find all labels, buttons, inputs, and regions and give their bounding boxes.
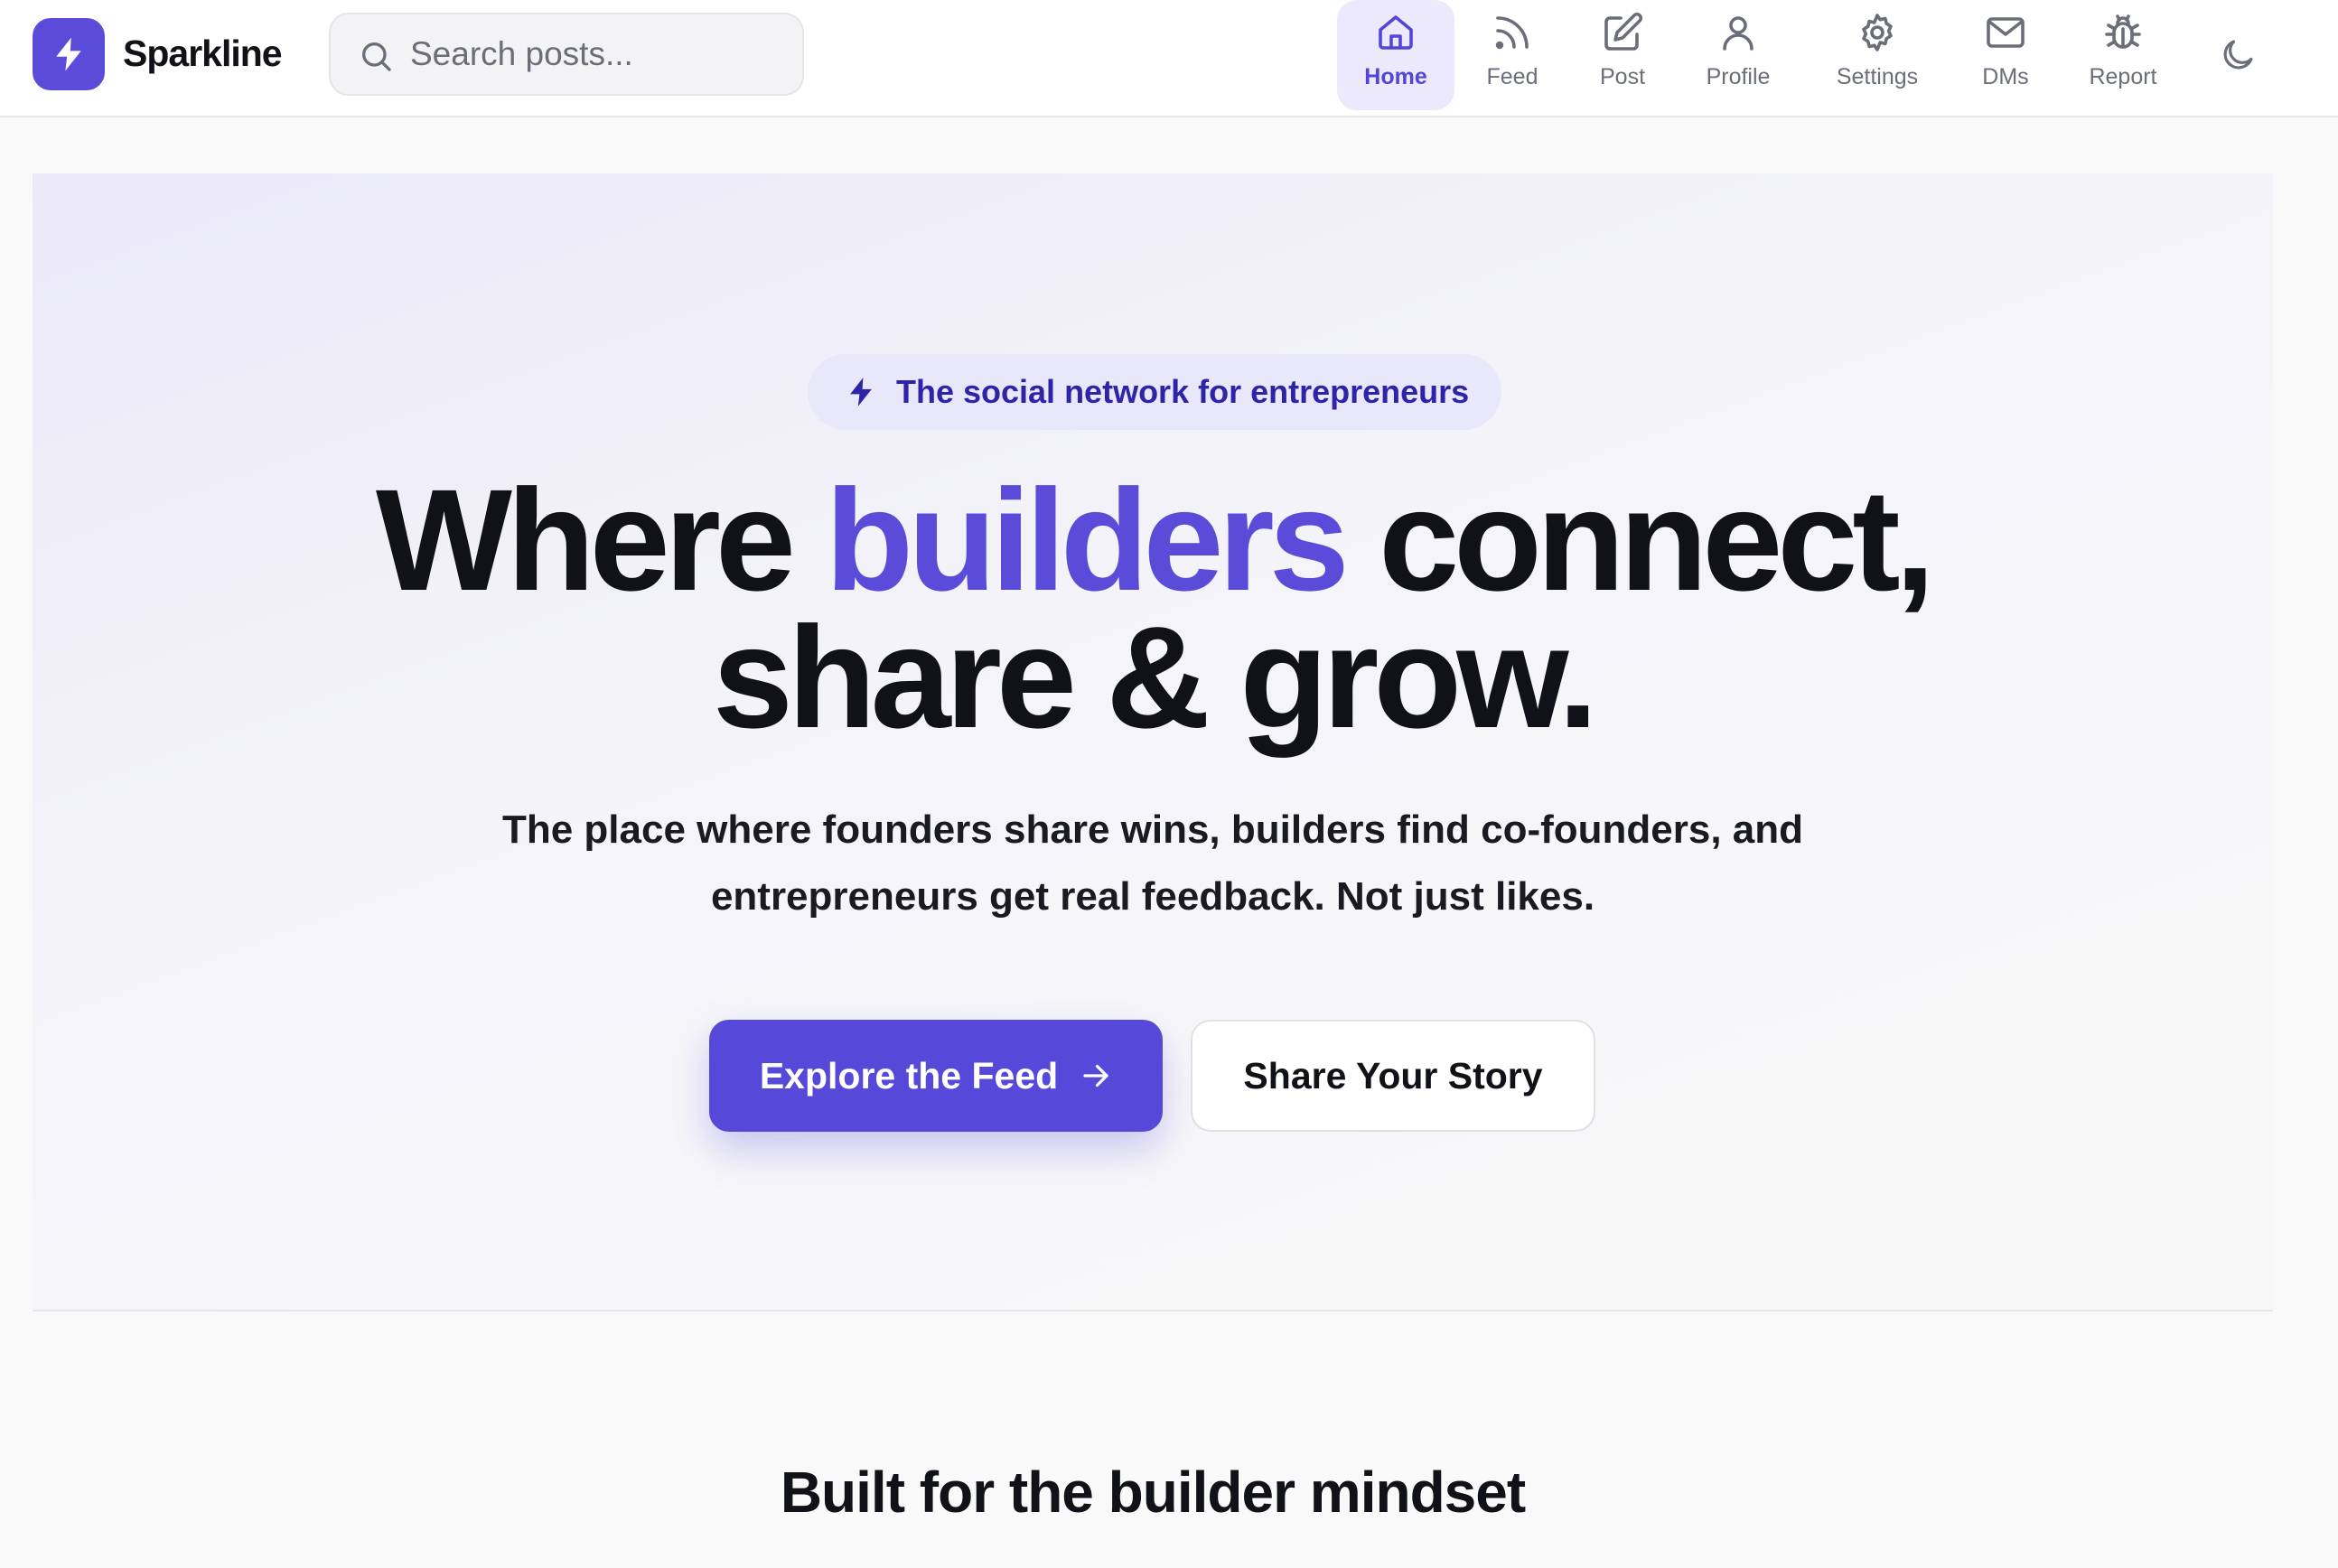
theme-toggle-button[interactable] — [2215, 33, 2260, 78]
arrow-right-icon — [1083, 1064, 1108, 1087]
bug-icon — [2105, 14, 2141, 49]
nav-item-report[interactable]: Report — [2078, 0, 2168, 110]
mail-icon — [1987, 17, 2025, 48]
brand-logo[interactable] — [33, 18, 105, 90]
hero-section: The social network for entrepreneurs Whe… — [33, 173, 2273, 1311]
brand-name[interactable]: Sparkline — [123, 29, 283, 78]
search-input[interactable] — [410, 14, 790, 94]
explore-feed-label: Explore the Feed — [759, 1054, 1059, 1097]
rss-icon — [1495, 16, 1529, 50]
top-navigation-bar: Sparkline Home Feed Post — [0, 0, 2338, 117]
share-story-label: Share Your Story — [1243, 1054, 1543, 1097]
nav-label-report: Report — [2089, 64, 2157, 89]
headline-line-2: share & grow. — [712, 596, 1598, 758]
search-box[interactable] — [329, 13, 804, 96]
nav-label-feed: Feed — [1486, 64, 1538, 89]
nav-label-post: Post — [1599, 64, 1646, 89]
gear-icon — [1862, 14, 1893, 51]
nav-label-home: Home — [1364, 64, 1427, 89]
nav-item-feed[interactable]: Feed — [1467, 0, 1557, 110]
edit-icon — [1604, 12, 1643, 51]
share-story-button[interactable]: Share Your Story — [1191, 1020, 1595, 1132]
nav-item-post[interactable]: Post — [1577, 0, 1668, 110]
moon-icon — [2223, 40, 2253, 70]
nav-label-settings: Settings — [1836, 64, 1919, 89]
lightning-bolt-icon — [56, 37, 81, 71]
nav-label-profile: Profile — [1706, 64, 1771, 89]
search-icon — [362, 42, 391, 71]
nav-item-profile[interactable]: Profile — [1693, 0, 1783, 110]
user-icon — [1723, 16, 1754, 51]
nav-item-settings[interactable]: Settings — [1823, 0, 1931, 110]
hero-subheadline: The place where founders share wins, bui… — [501, 807, 1804, 919]
nav-item-dms[interactable]: DMs — [1960, 0, 2051, 110]
hero-headline: Where builders connect, share & grow. — [33, 468, 2273, 750]
features-section-title: Built for the builder mindset — [780, 1460, 1526, 1525]
nav-label-dms: DMs — [1982, 64, 2029, 89]
tagline-badge: The social network for entrepreneurs — [808, 354, 1501, 430]
home-icon — [1379, 15, 1413, 50]
explore-feed-button[interactable]: Explore the Feed — [709, 1020, 1163, 1132]
tagline-badge-text: The social network for entrepreneurs — [896, 373, 1470, 410]
nav-item-home[interactable]: Home — [1337, 0, 1454, 110]
lightning-bolt-icon — [850, 378, 872, 406]
